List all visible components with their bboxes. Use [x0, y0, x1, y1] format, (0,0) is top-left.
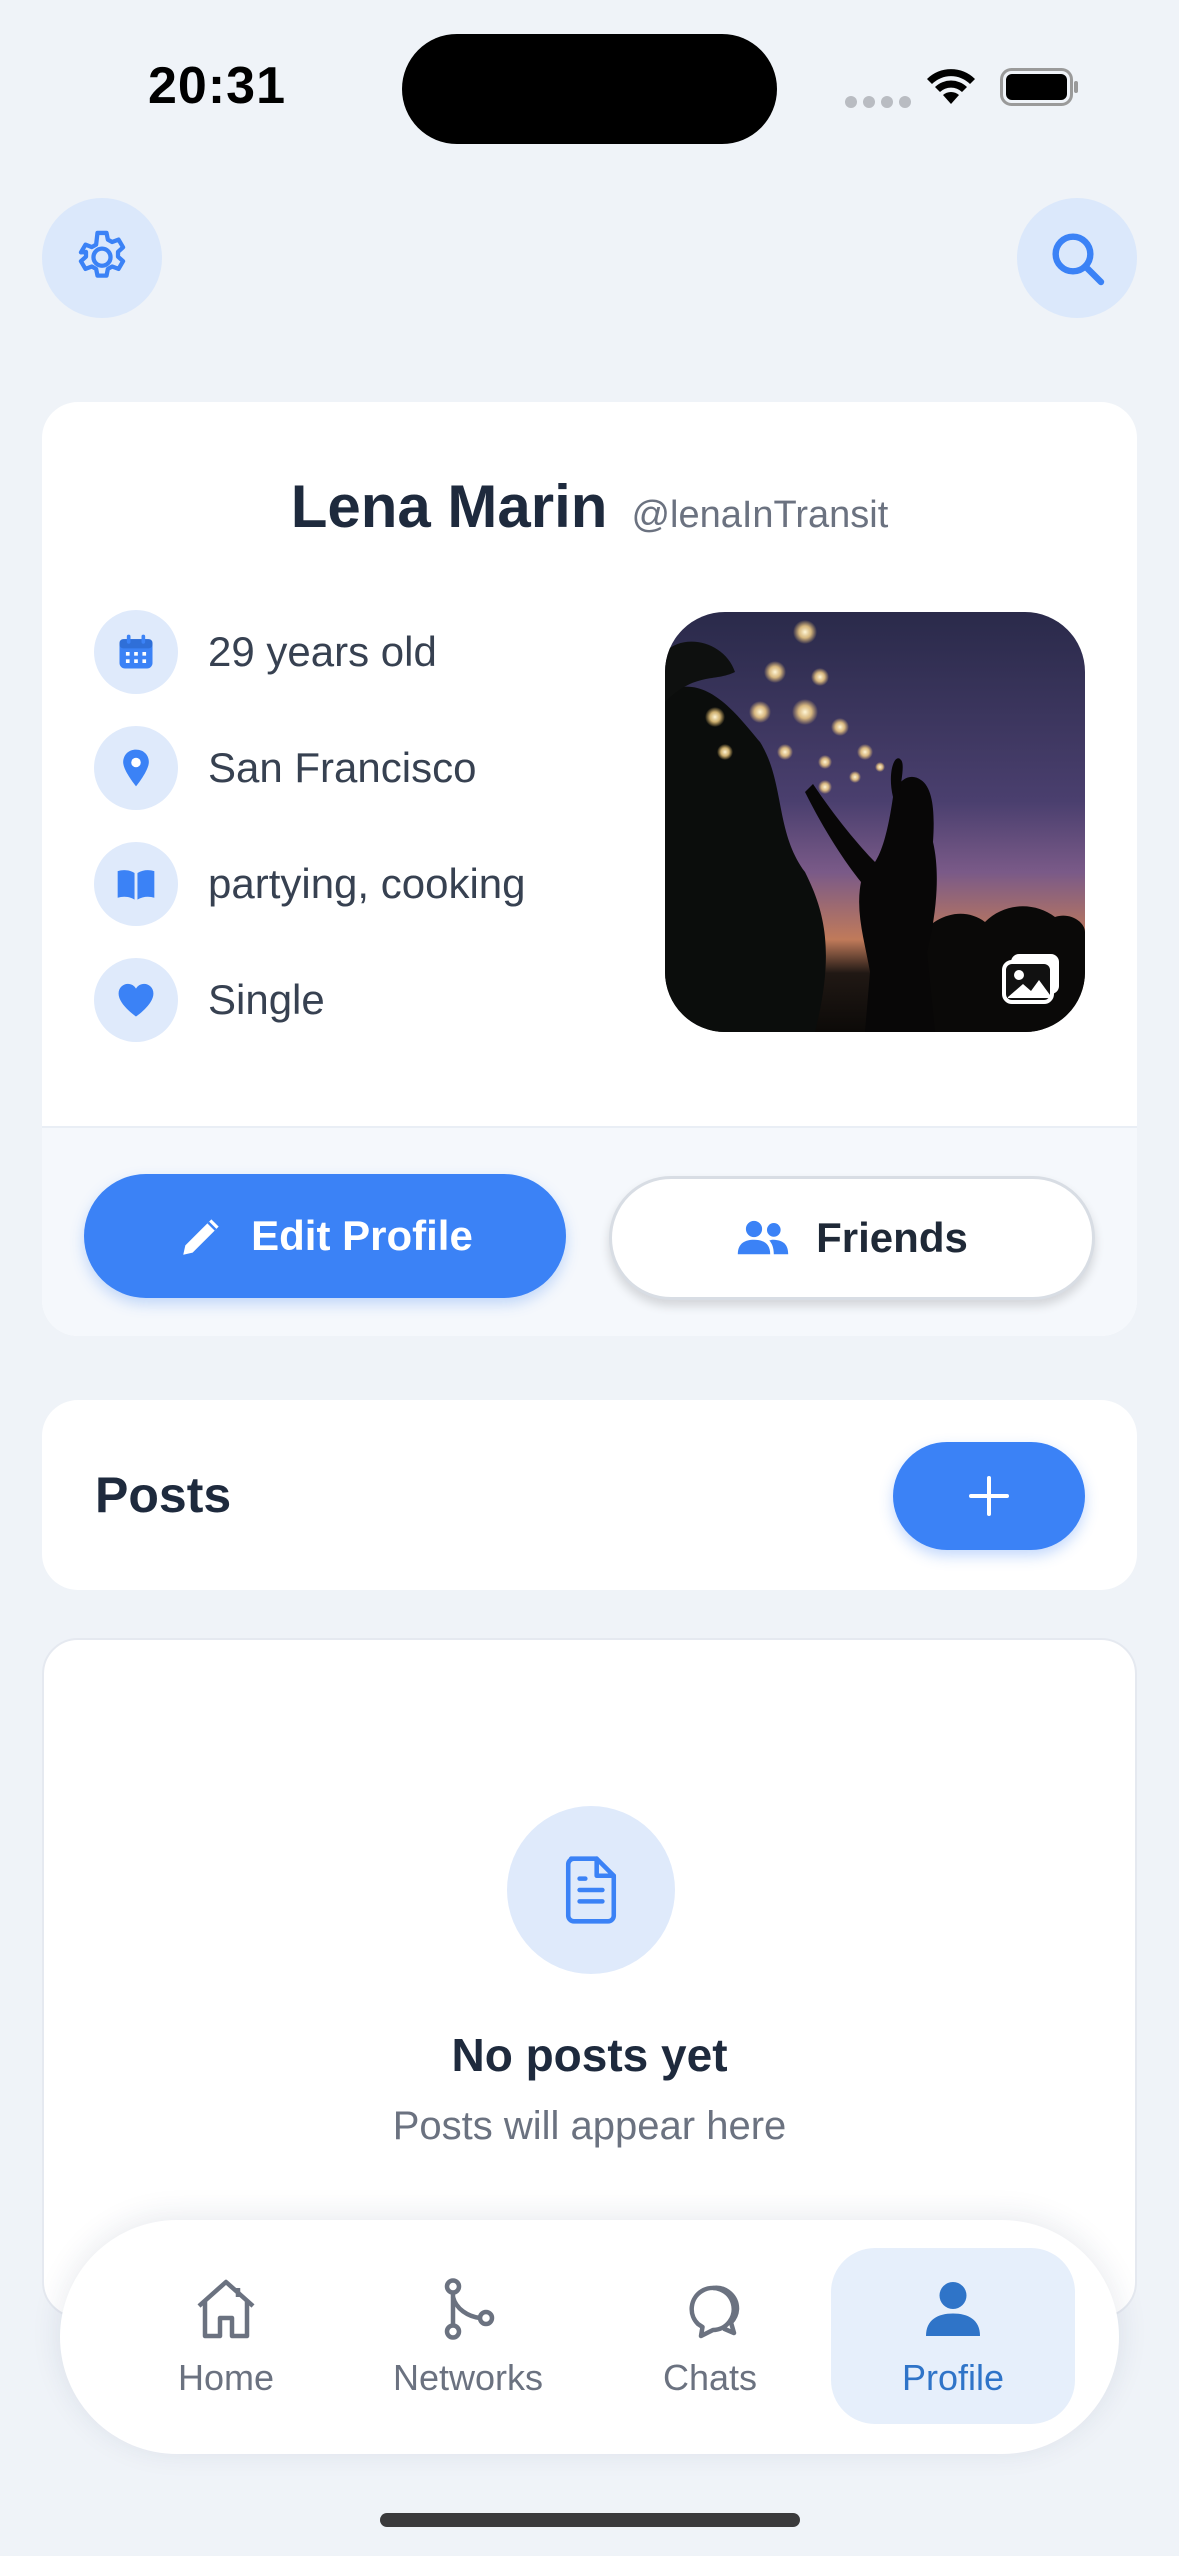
profile-screen: 20:31 Lena Marin @lenaInTransit 29 years… [0, 0, 1179, 2556]
empty-subtitle: Posts will appear here [392, 2104, 787, 2148]
gear-icon [78, 230, 126, 278]
info-location: San Francisco [94, 726, 526, 810]
profile-handle: @lenaInTransit [631, 494, 889, 536]
edit-profile-button[interactable]: Edit Profile [84, 1174, 566, 1298]
chat-icon [689, 2285, 740, 2339]
posts-empty-state: No posts yet Posts will appear here [42, 1638, 1137, 2318]
user-icon [926, 2282, 980, 2336]
friends-button[interactable]: Friends [609, 1176, 1095, 1300]
pencil-icon [183, 1219, 219, 1255]
empty-title: No posts yet [451, 2029, 728, 2081]
posts-header: Posts [42, 1400, 1137, 1590]
tab-networks[interactable]: Networks [346, 2248, 590, 2424]
tab-home[interactable]: Home [104, 2248, 348, 2424]
status-time: 20:31 [148, 57, 286, 115]
profile-name-row: Lena Marin @lenaInTransit [42, 472, 1137, 541]
info-location-text: San Francisco [208, 744, 477, 791]
info-age-text: 29 years old [208, 628, 437, 675]
profile-actions: Edit Profile Friends [42, 1126, 1137, 1336]
plus-icon [969, 1476, 1009, 1516]
wifi-icon [927, 69, 975, 104]
posts-title: Posts [95, 1467, 232, 1523]
calendar-icon [119, 634, 153, 669]
signal-icon [845, 96, 911, 108]
network-icon [444, 2278, 495, 2340]
book-icon [117, 870, 155, 900]
profile-info-list: 29 years old San Francisco partying, coo… [94, 610, 526, 1074]
dynamic-island [402, 34, 777, 144]
profile-photo[interactable] [665, 612, 1085, 1032]
profile-card: Lena Marin @lenaInTransit 29 years old S… [42, 402, 1137, 1336]
tab-chats[interactable]: Chats [588, 2248, 832, 2424]
battery-icon [1000, 68, 1078, 106]
friends-icon [737, 1220, 789, 1255]
info-age: 29 years old [94, 610, 526, 694]
home-icon [197, 2279, 255, 2339]
heart-icon [118, 983, 154, 1017]
info-interests-text: partying, cooking [208, 860, 526, 907]
info-interests: partying, cooking [94, 842, 526, 926]
search-button[interactable] [1017, 198, 1137, 318]
edit-profile-label: Edit Profile [251, 1212, 473, 1259]
friends-label: Friends [816, 1214, 968, 1261]
home-indicator [380, 2513, 800, 2527]
profile-name: Lena Marin [290, 473, 608, 540]
tab-bar: Home Networks Chats Profile [60, 2220, 1119, 2454]
tab-profile-label: Profile [901, 2357, 1005, 2398]
add-post-button[interactable] [893, 1442, 1085, 1550]
gallery-icon[interactable] [1001, 952, 1063, 1006]
tab-networks-label: Networks [392, 2357, 544, 2398]
location-pin-icon [123, 749, 149, 787]
info-relationship-text: Single [208, 976, 325, 1023]
document-icon [565, 1856, 617, 1924]
search-icon [1052, 233, 1105, 286]
info-relationship: Single [94, 958, 526, 1042]
tab-profile[interactable]: Profile [831, 2248, 1075, 2424]
settings-button[interactable] [42, 198, 162, 318]
tab-chats-label: Chats [662, 2357, 758, 2398]
tab-home-label: Home [177, 2357, 275, 2398]
